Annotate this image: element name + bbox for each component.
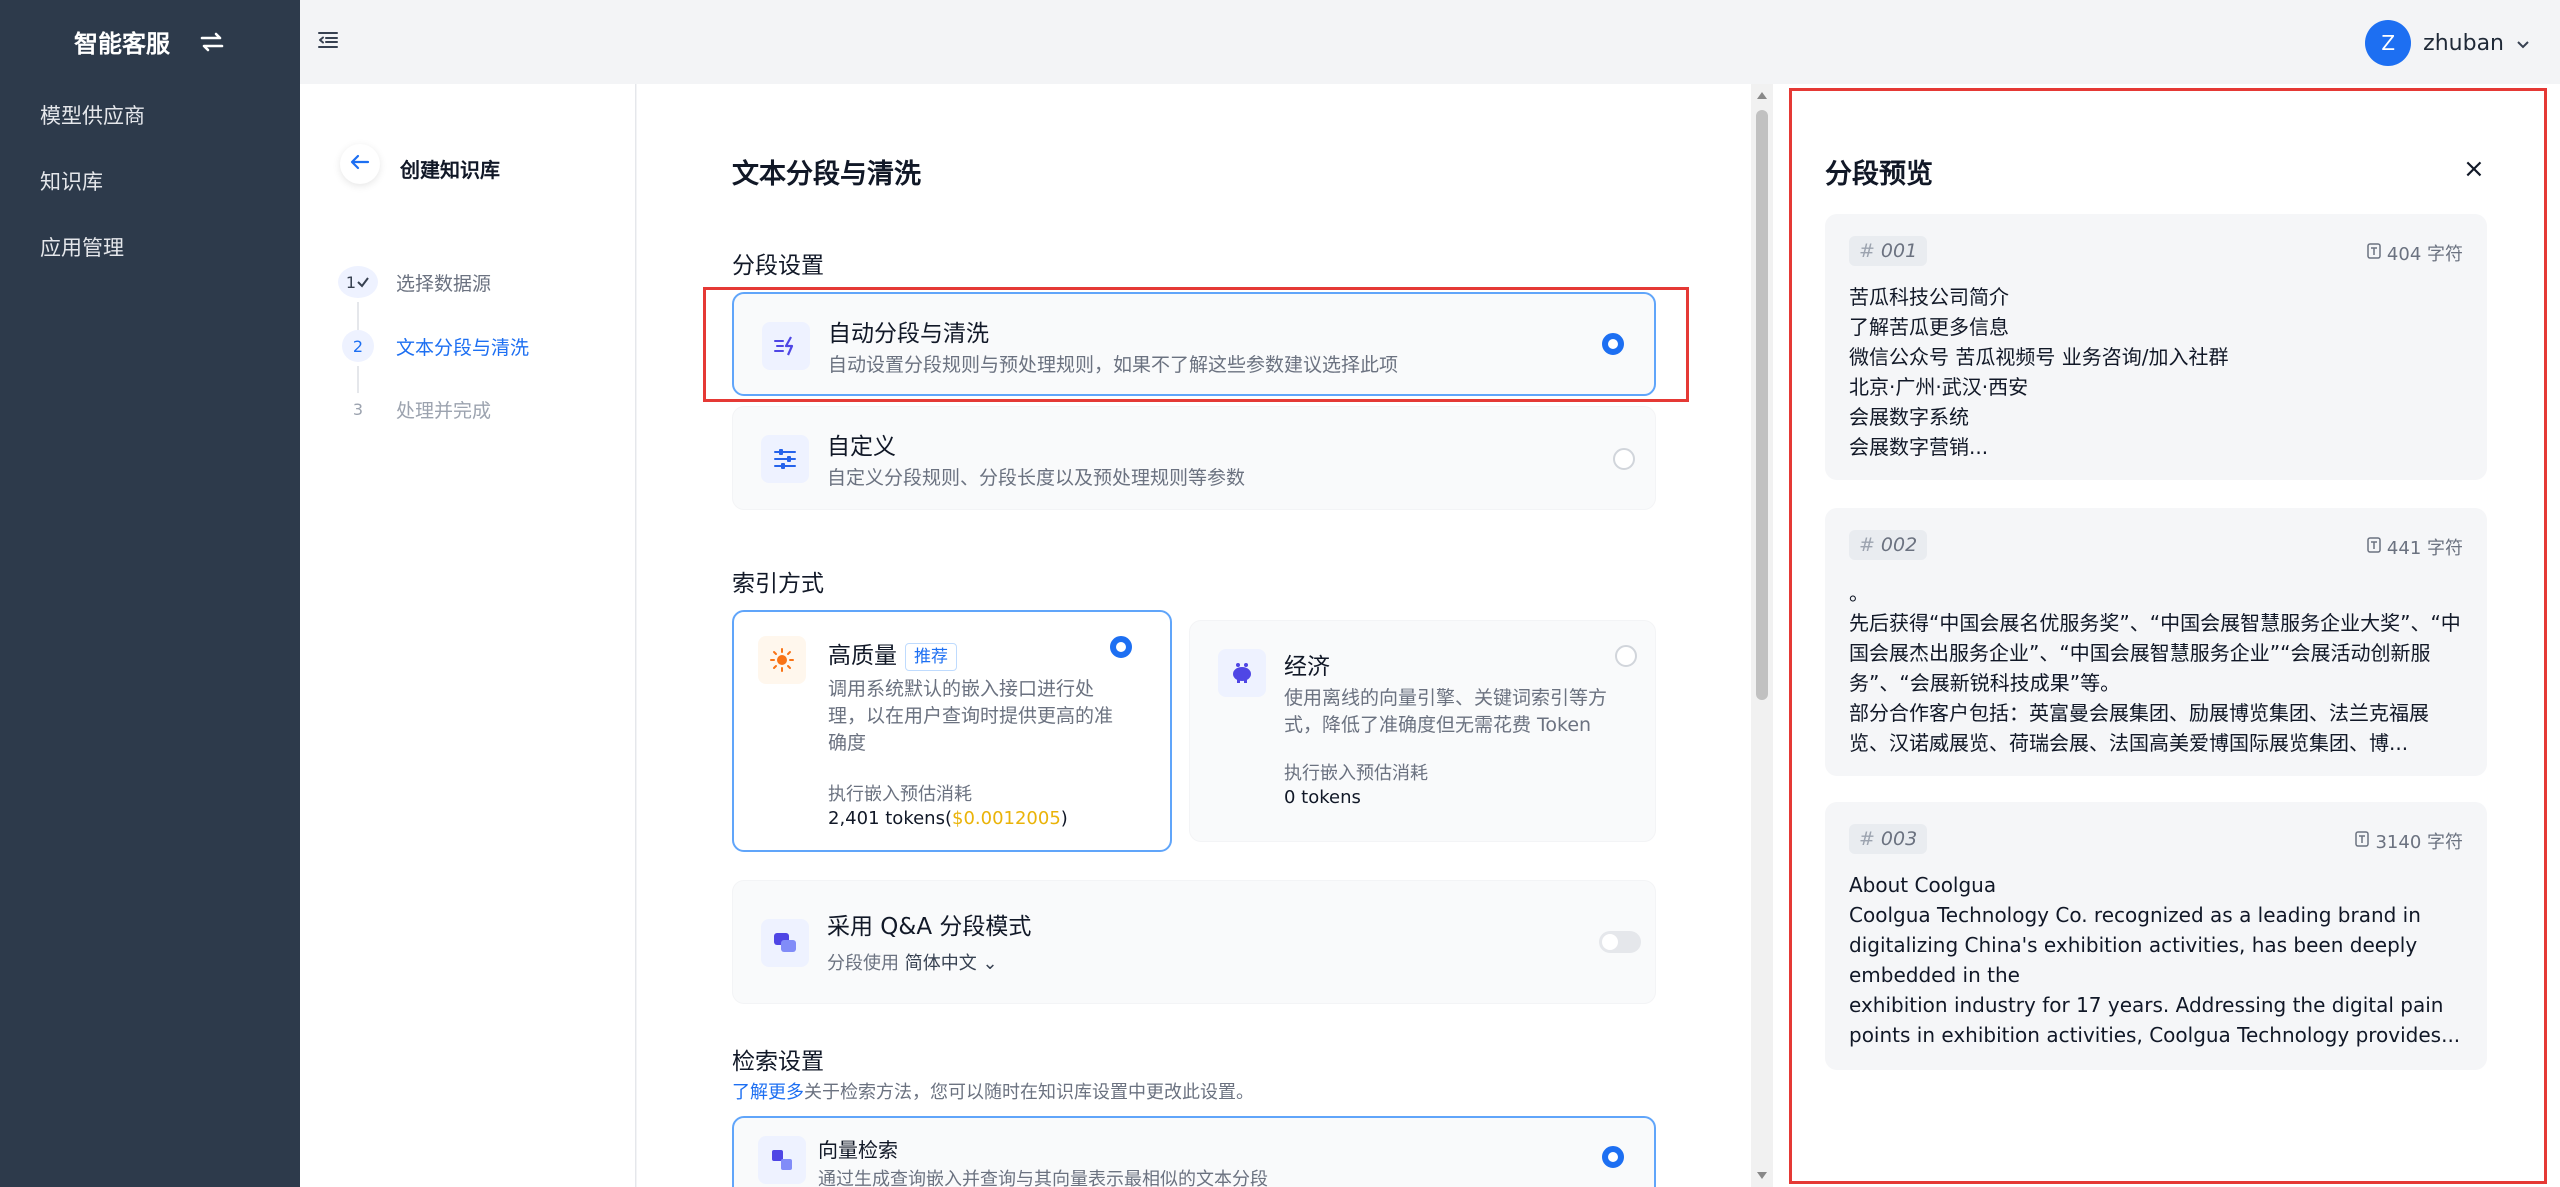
preview-chunk: #003 3140 字符 About Coolgua Coolgua Techn… [1825,802,2487,1070]
chunk-char-count: 404 字符 [2367,240,2463,266]
chunk-text: 。 先后获得“中国会展名优服务奖”、“中国会展智慧服务企业大奖”、“中国会展杰出… [1849,581,2461,755]
retrieval-section-label: 检索设置 [732,1049,824,1075]
segment-preview-panel: 分段预览 × #001 404 字符 苦瓜科技公司简介 了解苦瓜更多信息 微信公… [1773,84,2560,1187]
auto-segment-option[interactable]: 自动分段与清洗 自动设置分段规则与预处理规则，如果不了解这些参数建议选择此项 [732,292,1656,396]
username: zhuban [2423,30,2504,56]
economy-option[interactable]: 经济 使用离线的向量引擎、关键词索引等方 式，降低了准确度但无需花费 Token… [1189,620,1656,842]
retrieval-hint: 了解更多关于检索方法，您可以随时在知识库设置中更改此设置。 [732,1082,1254,1103]
step-label: 文本分段与清洗 [396,336,530,359]
sun-icon [758,636,806,684]
steps-panel: 创建知识库 1 选择数据源 2 文本分段与清洗 3 处理并完成 [300,84,636,1187]
cost-label: 执行嵌入预估消耗 [828,784,972,805]
switch-icon[interactable] [198,30,226,54]
back-button[interactable] [340,144,380,184]
brand-name: 智能客服 [74,30,170,58]
document-icon [2355,830,2370,852]
qa-language-select[interactable]: 简体中文 ⌄ [905,953,998,974]
chunk-id: #002 [1849,530,1928,560]
high-quality-option[interactable]: 高质量 推荐 调用系统默认的嵌入接口进行处 理，以在用户查询时提供更高的准 确度 … [732,610,1172,852]
chat-bubbles-icon [761,919,809,967]
segment-section-label: 分段设置 [732,253,824,279]
custom-segment-option[interactable]: 自定义 自定义分段规则、分段长度以及预处理规则等参数 [732,406,1656,510]
qa-mode-option: 采用 Q&A 分段模式 分段使用 简体中文 ⌄ [732,880,1656,1004]
step-text-segmentation: 2 文本分段与清洗 [342,330,529,362]
scroll-up-icon[interactable] [1757,92,1767,99]
step-select-source: 1 选择数据源 [338,266,492,298]
menu-fold-icon[interactable] [316,28,340,56]
step-number: 3 [342,393,374,425]
token-estimate: 2,401 tokens($0.0012005) [828,808,1068,829]
step-number: 1 [338,266,378,298]
sidebar-item-app-management[interactable]: 应用管理 [40,232,124,262]
auto-segment-radio[interactable] [1602,333,1624,355]
brand: 智能客服 [74,24,226,59]
chevron-down-icon: ⌄ [982,953,998,974]
step-connector [357,302,359,330]
option-title: 自动分段与清洗 [828,321,989,347]
option-description: 自动设置分段规则与预处理规则，如果不了解这些参数建议选择此项 [828,354,1399,376]
page-title: 文本分段与清洗 [732,159,921,190]
step-label: 选择数据源 [396,272,492,295]
main-content: 文本分段与清洗 分段设置 自动分段与清洗 自动设置分段规则与预处理规则，如果不了… [637,84,1751,1187]
step-connector [357,366,359,394]
custom-segment-radio[interactable] [1613,448,1635,470]
token-estimate: 0 tokens [1284,787,1361,808]
topbar: Z zhuban [300,0,2560,84]
option-title: 向量检索 [818,1138,898,1162]
option-description: 使用离线的向量引擎、关键词索引等方 式，降低了准确度但无需花费 Token [1284,687,1608,736]
step-number: 2 [342,330,374,362]
sidebar: 智能客服 模型供应商 知识库 应用管理 [0,0,300,1187]
option-title: 自定义 [827,434,896,460]
sidebar-item-model-providers[interactable]: 模型供应商 [40,100,145,130]
scroll-thumb[interactable] [1756,110,1768,700]
step-process-finish: 3 处理并完成 [342,393,491,425]
close-icon[interactable]: × [2463,154,2485,184]
cost-value: $0.0012005 [952,808,1061,829]
option-description: 调用系统默认的嵌入接口进行处 理，以在用户查询时提供更高的准 确度 [828,678,1114,754]
option-description: 通过生成查询嵌入并查询与其向量表示最相似的文本分段 [818,1169,1268,1187]
chunk-char-count: 3140 字符 [2355,828,2463,854]
qa-language-row: 分段使用 简体中文 ⌄ [827,953,998,974]
index-section-label: 索引方式 [732,571,824,597]
vector-retrieval-radio[interactable] [1602,1146,1624,1168]
main-scrollbar[interactable] [1751,84,1773,1187]
option-title: 高质量 推荐 [828,636,957,671]
qa-mode-toggle[interactable] [1599,931,1641,953]
chunk-id: #001 [1849,236,1928,266]
chevron-down-icon [2516,31,2530,56]
chunk-id: #003 [1849,824,1928,854]
cost-label: 执行嵌入预估消耗 [1284,763,1428,784]
learn-more-link[interactable]: 了解更多 [732,1082,804,1103]
panel-title: 创建知识库 [400,158,500,182]
check-icon [356,276,370,288]
high-quality-radio[interactable] [1110,636,1132,658]
sparkle-split-icon [762,322,810,370]
vector-retrieval-option[interactable]: 向量检索 通过生成查询嵌入并查询与其向量表示最相似的文本分段 [732,1116,1656,1187]
preview-chunk: #002 441 字符 。 先后获得“中国会展名优服务奖”、“中国会展智慧服务企… [1825,508,2487,776]
scroll-down-icon[interactable] [1757,1172,1767,1179]
document-icon [2367,536,2381,558]
document-icon [2367,242,2381,264]
step-label: 处理并完成 [396,399,492,422]
recommended-badge: 推荐 [905,642,957,671]
option-title: 采用 Q&A 分段模式 [827,914,1032,940]
user-menu[interactable]: Z zhuban [2365,20,2530,66]
option-description: 自定义分段规则、分段长度以及预处理规则等参数 [827,467,1246,489]
chunk-text: About Coolgua Coolgua Technology Co. rec… [1849,873,2461,1047]
economy-radio[interactable] [1615,645,1637,667]
sliders-icon [761,435,809,483]
piggy-bank-icon [1218,649,1266,697]
sidebar-item-knowledge-base[interactable]: 知识库 [40,166,103,196]
translate-icon [758,1136,806,1184]
chunk-char-count: 441 字符 [2367,534,2463,560]
option-title: 经济 [1284,654,1330,680]
preview-chunk: #001 404 字符 苦瓜科技公司简介 了解苦瓜更多信息 微信公众号 苦瓜视频… [1825,214,2487,480]
arrow-left-icon [350,154,370,174]
preview-title: 分段预览 [1825,159,1933,190]
chunk-text: 苦瓜科技公司简介 了解苦瓜更多信息 微信公众号 苦瓜视频号 业务咨询/加入社群 … [1849,285,2229,459]
avatar: Z [2365,20,2412,66]
